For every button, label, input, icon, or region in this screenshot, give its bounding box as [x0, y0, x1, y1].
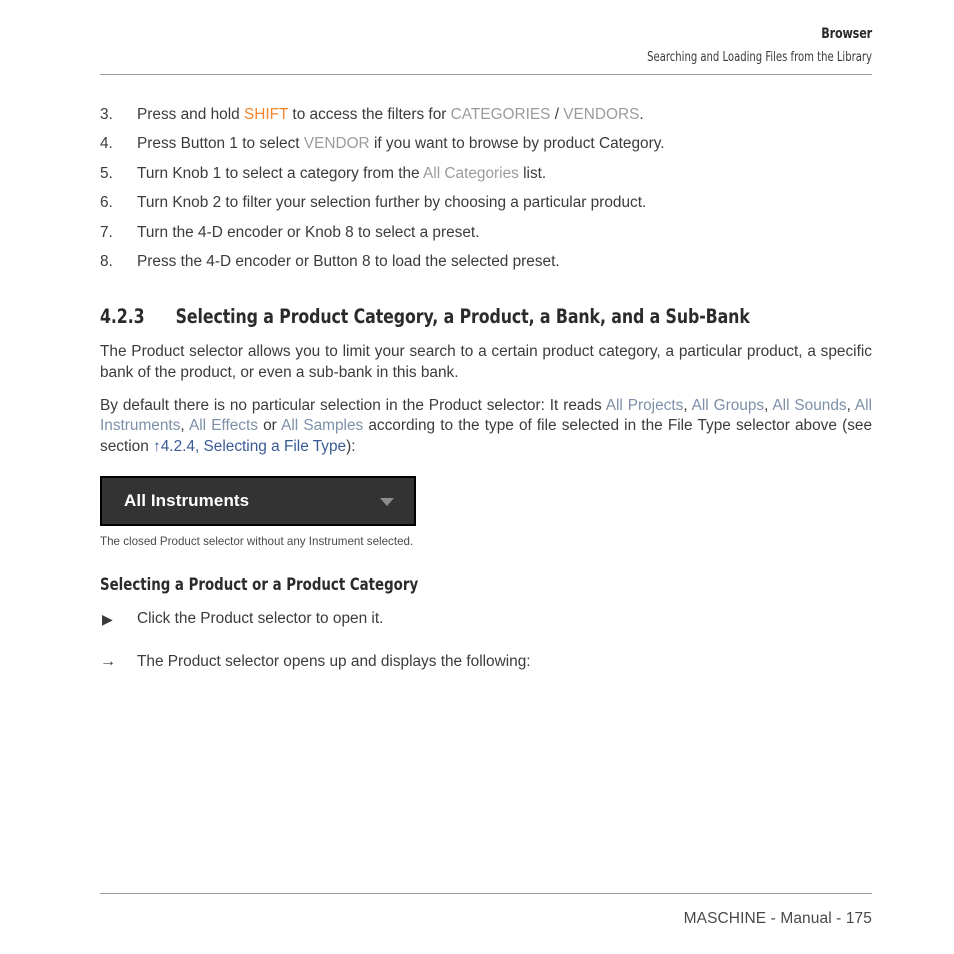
- text-run-plain: or: [257, 417, 282, 435]
- text-run-xref[interactable]: ↑4.2.4, Selecting a File Type: [153, 438, 346, 455]
- product-selector-dropdown[interactable]: All Instruments: [100, 476, 416, 527]
- text-run-ui-ref: VENDORS: [563, 106, 640, 123]
- text-run-plain: Turn Knob 2 to filter your selection fur…: [137, 194, 647, 212]
- text-run-plain: ):: [346, 437, 356, 455]
- text-run-plain: Press Button 1 to select: [137, 135, 304, 153]
- text-run-shift: SHIFT: [243, 106, 289, 123]
- header-title: Browser: [821, 26, 872, 42]
- text-run-ui-blue: All Groups: [691, 396, 765, 414]
- text-run-plain: ,: [180, 417, 189, 435]
- list-item-number: 6.: [100, 194, 113, 212]
- numbered-step-list: 3. Press and hold SHIFT to access the fil…: [100, 100, 872, 276]
- list-item-number: 4.: [100, 135, 113, 153]
- text-run-plain: Turn Knob 1 to select a category from th…: [137, 164, 424, 182]
- manual-page: Browser Searching and Loading Files from…: [0, 0, 954, 954]
- chevron-down-icon[interactable]: [380, 498, 394, 507]
- footer-divider: [100, 893, 872, 894]
- text-run-plain: Turn the 4-D encoder or Knob 8 to select…: [137, 223, 480, 241]
- text-run-plain: ,: [846, 396, 855, 414]
- page-footer: MASCHINE - Manual - 175: [683, 910, 872, 927]
- figure-caption: The closed Product selector without any …: [100, 535, 414, 549]
- text-run-plain: By default there is no particular select…: [100, 396, 606, 414]
- text-run-ui-blue: All Sounds: [772, 396, 847, 414]
- list-item-number: 3.: [100, 106, 113, 123]
- intro-paragraph: The Product selector allows you to limit…: [100, 343, 872, 382]
- product-selector-value: All Instruments: [124, 491, 250, 511]
- list-item-number: 8.: [100, 253, 113, 271]
- page-header: Browser Searching and Loading Files from…: [100, 26, 872, 65]
- list-item-text: Press the 4-D encoder or Button 8 to loa…: [137, 253, 560, 270]
- list-item-text: Press and hold SHIFT to access the filte…: [137, 106, 644, 123]
- list-item: 6. Turn Knob 2 to filter your selection f…: [100, 188, 872, 217]
- page-content: 3. Press and hold SHIFT to access the fil…: [100, 100, 872, 673]
- list-item-number: 7.: [100, 223, 113, 241]
- text-run-plain: if you want to browse by product Categor…: [369, 135, 665, 153]
- sub-heading: Selecting a Product or a Product Categor…: [100, 575, 419, 595]
- result-step-text: The Product selector opens up and displa…: [137, 653, 531, 671]
- section-title: Selecting a Product Category, a Product,…: [175, 305, 750, 329]
- list-item-text: Turn the 4-D encoder or Knob 8 to select…: [137, 224, 480, 241]
- text-run-ui-blue: All Samples: [281, 417, 364, 435]
- section-heading: 4.2.3 Selecting a Product Category, a Pro…: [100, 305, 795, 328]
- header-subtitle: Searching and Loading Files from the Lib…: [647, 50, 872, 65]
- section-number: 4.2.3: [100, 305, 145, 329]
- list-item: 5. Turn Knob 1 to select a category from …: [100, 159, 872, 188]
- text-run-plain: Press the 4-D encoder or Button 8 to loa…: [137, 253, 560, 271]
- text-run-plain: ,: [683, 396, 692, 414]
- list-item: 4. Press Button 1 to select VENDOR if you…: [100, 129, 872, 158]
- list-item-text: Turn Knob 1 to select a category from th…: [137, 165, 546, 182]
- text-run-plain: to access the filters for: [288, 106, 451, 123]
- header-divider: [100, 74, 872, 75]
- text-run-plain: /: [550, 106, 564, 123]
- action-step-text: Click the Product selector to open it.: [137, 610, 384, 628]
- list-item: 3. Press and hold SHIFT to access the fil…: [100, 100, 872, 129]
- text-run-plain: .: [639, 106, 644, 123]
- list-item: 8. Press the 4-D encoder or Button 8 to l…: [100, 247, 872, 276]
- text-run-ui-ref: VENDOR: [303, 135, 370, 153]
- text-run-ui-blue: All Effects: [188, 417, 258, 435]
- result-arrow-icon: →: [100, 653, 116, 671]
- text-run-ui-blue: All Projects: [605, 396, 684, 414]
- default-selection-paragraph: By default there is no particular select…: [100, 396, 872, 458]
- list-item-text: Turn Knob 2 to filter your selection fur…: [137, 194, 646, 211]
- text-run-plain: list.: [518, 164, 547, 182]
- list-item-number: 5.: [100, 164, 113, 182]
- action-triangle-icon: ▶: [102, 611, 113, 628]
- action-step: ▶ Click the Product selector to open it.: [100, 608, 872, 630]
- text-run-ui-ref: All Categories: [423, 164, 519, 182]
- text-run-ui-ref: CATEGORIES: [450, 106, 551, 123]
- text-run-plain: Press and hold: [137, 106, 244, 123]
- product-selector-figure: All Instruments The closed Product selec…: [100, 476, 872, 549]
- list-item: 7. Turn the 4-D encoder or Knob 8 to sele…: [100, 218, 872, 247]
- list-item-text: Press Button 1 to select VENDOR if you w…: [137, 135, 665, 152]
- result-step: → The Product selector opens up and disp…: [100, 651, 872, 673]
